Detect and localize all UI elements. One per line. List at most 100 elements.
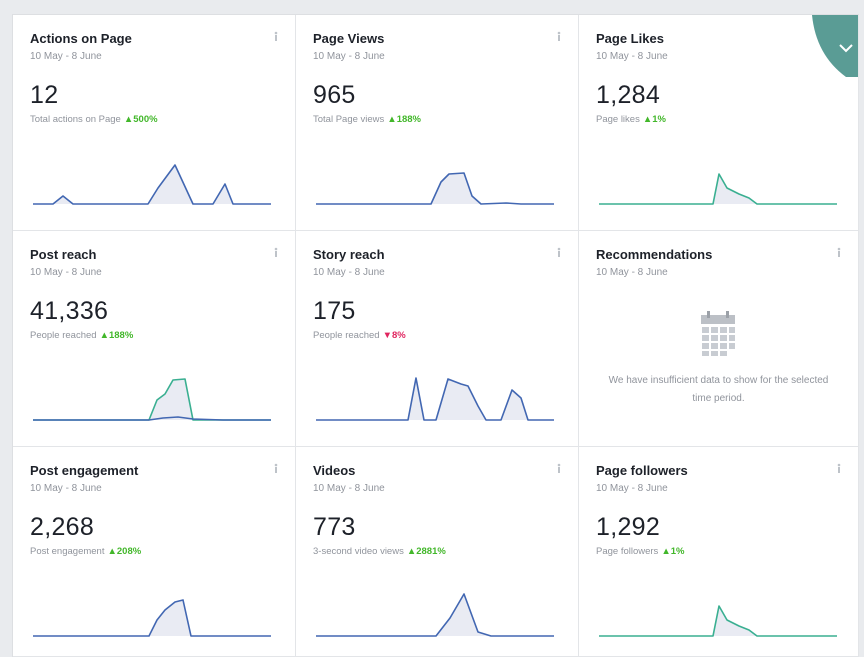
card-sub-label: Page followers — [596, 546, 659, 557]
up-arrow-icon: ▲ — [99, 330, 109, 341]
up-arrow-icon: ▲ — [387, 114, 397, 125]
card-delta-value: 500% — [133, 114, 158, 125]
card-subtitle: People reached ▼8% — [313, 330, 578, 342]
card-sub-label: People reached — [313, 330, 380, 341]
card-title: Page followers — [596, 463, 688, 478]
card-post-engagement[interactable]: Post engagement 10 May - 8 June 2,268 Po… — [13, 447, 296, 657]
up-arrow-icon: ▲ — [661, 546, 671, 557]
up-arrow-icon: ▲ — [642, 114, 653, 125]
sparkline-chart — [599, 605, 837, 637]
card-title: Post reach — [30, 247, 97, 262]
card-title: Recommendations — [596, 247, 713, 262]
card-delta-value: 188% — [108, 330, 134, 341]
card-page-views[interactable]: Page Views 10 May - 8 June 965 Total Pag… — [296, 15, 579, 231]
card-title: Page Views — [313, 31, 385, 46]
card-story-reach[interactable]: Story reach 10 May - 8 June 175 People r… — [296, 231, 579, 447]
info-icon[interactable] — [554, 462, 564, 474]
card-delta-value: 1% — [670, 546, 685, 557]
card-subtitle: Total actions on Page ▲500% — [30, 114, 295, 126]
card-delta: ▲2881% — [407, 546, 446, 557]
card-date-range: 10 May - 8 June — [313, 267, 385, 278]
card-value: 175 — [313, 297, 356, 325]
card-sub-label: 3-second video views — [313, 546, 404, 557]
info-icon[interactable] — [271, 246, 281, 258]
sparkline-line — [316, 593, 554, 637]
up-arrow-icon: ▲ — [107, 546, 117, 557]
card-title: Videos — [313, 463, 356, 478]
card-title: Actions on Page — [30, 31, 132, 46]
card-actions-on-page[interactable]: Actions on Page 10 May - 8 June 12 Total… — [13, 15, 296, 231]
card-value: 965 — [313, 81, 356, 109]
sparkline-line — [33, 378, 271, 421]
sparkline-chart — [33, 599, 271, 637]
card-delta: ▲1% — [643, 114, 666, 125]
card-page-followers[interactable]: Page followers 10 May - 8 June 1,292 Pag… — [579, 447, 859, 657]
card-subtitle: Page likes ▲1% — [596, 114, 858, 126]
card-subtitle: Total Page views ▲188% — [313, 114, 578, 126]
sparkline-chart — [33, 378, 271, 421]
calendar-icon — [701, 311, 735, 356]
card-value: 1,292 — [596, 513, 661, 541]
info-icon[interactable] — [554, 30, 564, 42]
card-delta-value: 2881% — [416, 546, 446, 557]
card-delta-value: 8% — [391, 330, 406, 341]
card-subtitle: Post engagement ▲208% — [30, 546, 295, 558]
card-sub-label: Post engagement — [30, 546, 105, 557]
card-value: 2,268 — [30, 513, 95, 541]
card-delta: ▲500% — [124, 114, 158, 125]
card-recommendations[interactable]: Recommendations 10 May - 8 June We have … — [579, 231, 859, 447]
info-icon[interactable] — [834, 462, 844, 474]
card-value: 1,284 — [596, 81, 661, 109]
sparkline-chart — [599, 173, 837, 205]
info-icon[interactable] — [271, 30, 281, 42]
card-title: Post engagement — [30, 463, 139, 478]
card-value: 41,336 — [30, 297, 109, 325]
sparkline-chart — [316, 172, 554, 205]
corner-badge-icon — [812, 15, 858, 77]
sparkline-line — [33, 164, 271, 205]
card-delta-value: 208% — [116, 546, 142, 557]
card-post-reach[interactable]: Post reach 10 May - 8 June 41,336 People… — [13, 231, 296, 447]
card-subtitle: People reached ▲188% — [30, 330, 295, 342]
card-subtitle: 3-second video views ▲2881% — [313, 546, 578, 558]
sparkline-area — [316, 594, 554, 636]
card-delta: ▲188% — [387, 114, 421, 125]
card-sub-label: Total Page views — [313, 114, 385, 125]
card-date-range: 10 May - 8 June — [596, 483, 668, 494]
info-icon[interactable] — [834, 246, 844, 258]
sparkline-chart — [33, 164, 271, 205]
card-title: Story reach — [313, 247, 385, 262]
card-date-range: 10 May - 8 June — [313, 483, 385, 494]
sparkline-chart — [316, 377, 554, 421]
card-date-range: 10 May - 8 June — [30, 51, 102, 62]
card-delta: ▲208% — [107, 546, 141, 557]
card-date-range: 10 May - 8 June — [30, 267, 102, 278]
card-delta: ▼8% — [383, 330, 406, 341]
card-date-range: 10 May - 8 June — [30, 483, 102, 494]
card-page-likes[interactable]: Page Likes 10 May - 8 June 1,284 Page li… — [579, 15, 859, 231]
up-arrow-icon: ▲ — [123, 114, 134, 125]
card-date-range: 10 May - 8 June — [313, 51, 385, 62]
card-delta: ▲188% — [100, 330, 134, 341]
up-arrow-icon: ▲ — [406, 546, 417, 557]
card-delta-value: 188% — [396, 114, 422, 125]
card-value: 12 — [30, 81, 59, 109]
info-icon[interactable] — [271, 462, 281, 474]
card-sub-label: Page likes — [596, 114, 640, 125]
sparkline-area — [316, 173, 554, 204]
card-date-range: 10 May - 8 June — [596, 267, 668, 278]
card-value: 773 — [313, 513, 356, 541]
card-delta: ▲1% — [661, 546, 684, 557]
card-sub-label: Total actions on Page — [30, 114, 121, 125]
empty-state-message: We have insufficient data to show for th… — [608, 375, 829, 404]
card-subtitle: Page followers ▲1% — [596, 546, 858, 558]
card-sub-label: People reached — [30, 330, 97, 341]
card-delta-value: 1% — [652, 114, 666, 125]
down-arrow-icon: ▼ — [382, 330, 392, 341]
sparkline-line — [33, 599, 271, 637]
sparkline-chart — [316, 593, 554, 637]
sparkline-area — [316, 378, 554, 420]
info-icon[interactable] — [554, 246, 564, 258]
card-videos[interactable]: Videos 10 May - 8 June 773 3-second vide… — [296, 447, 579, 657]
insights-grid: Actions on Page 10 May - 8 June 12 Total… — [12, 14, 859, 657]
